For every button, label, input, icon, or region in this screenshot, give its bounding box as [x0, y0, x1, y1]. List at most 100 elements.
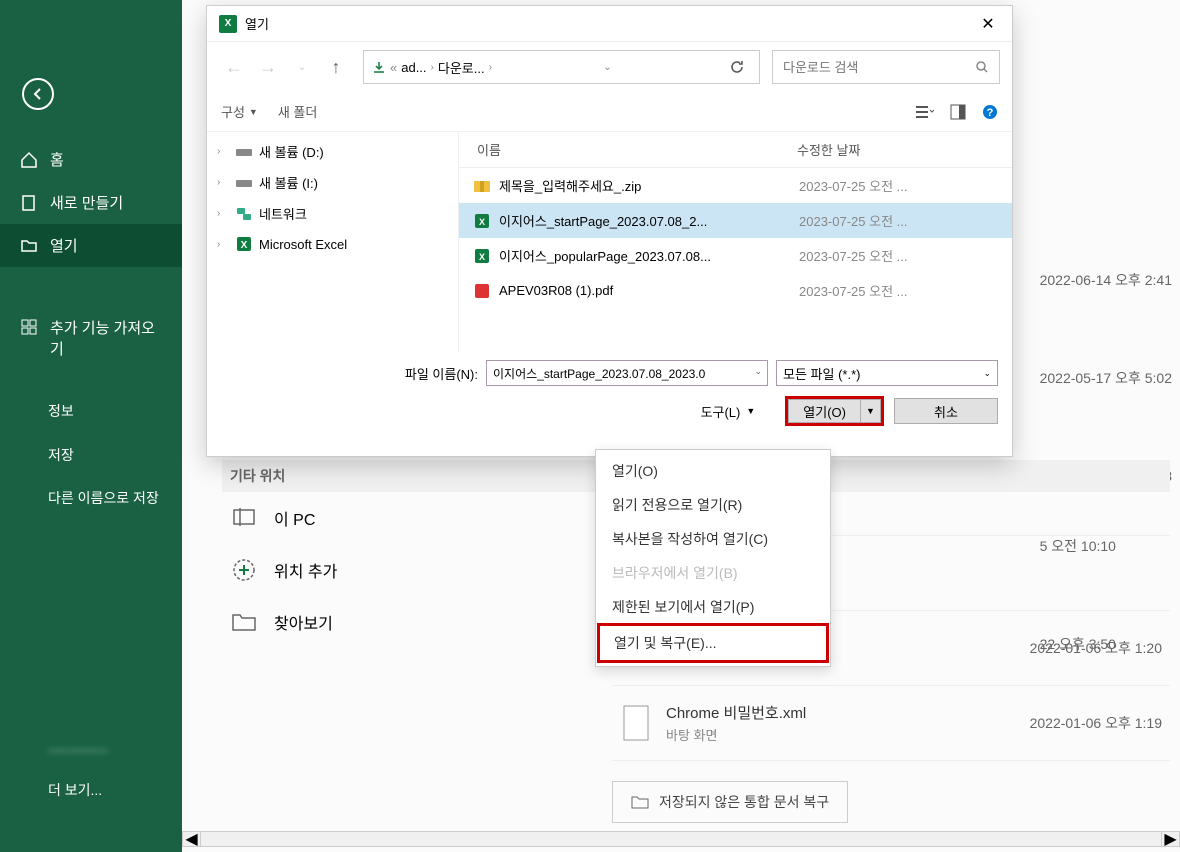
chevron-down-icon: ▼ — [249, 107, 258, 117]
open-dropdown-button[interactable]: ▼ — [861, 399, 881, 423]
pinned-item[interactable]: Chrome 비밀번호.xml 바탕 화면 2022-01-06 오후 1:19 — [612, 686, 1170, 761]
scroll-right-button[interactable]: ▶ — [1161, 832, 1179, 846]
address-bar[interactable]: « ad... › 다운로... › ⌄ — [363, 50, 760, 84]
nav-back-button[interactable]: ← — [219, 52, 249, 82]
dialog-footer: 파일 이름(N): ⌄ 모든 파일 (*.*) ⌄ 도구(L) ▼ 열기(O) … — [207, 352, 1012, 434]
new-file-icon — [20, 194, 38, 212]
tree-expand-icon[interactable]: › — [217, 177, 229, 188]
dropdown-item-protected-view[interactable]: 제한된 보기에서 열기(P) — [598, 590, 828, 624]
sidebar-item-more[interactable]: 더 보기... — [0, 768, 182, 812]
pinned-date: 2022-01-06 오후 1:19 — [1030, 713, 1162, 733]
zip-file-icon — [473, 178, 491, 194]
open-split-button: 열기(O) ▼ — [785, 396, 884, 426]
sidebar-item-new[interactable]: 새로 만들기 — [0, 181, 182, 224]
file-list-header: 이름 수정한 날짜 — [459, 132, 1012, 168]
horizontal-scrollbar[interactable]: ◀ ▶ — [182, 831, 1180, 847]
folder-icon — [631, 794, 649, 810]
search-box[interactable] — [772, 50, 1000, 84]
place-label: 위치 추가 — [274, 558, 337, 582]
sidebar-item-home[interactable]: 홈 — [0, 138, 182, 181]
sidebar-item-open[interactable]: 열기 — [0, 224, 182, 267]
scroll-left-button[interactable]: ◀ — [183, 832, 201, 846]
nav-up-button[interactable]: ↑ — [321, 52, 351, 82]
filter-label: 모든 파일 (*.*) — [783, 364, 860, 383]
tree-expand-icon[interactable]: › — [217, 146, 229, 157]
refresh-button[interactable] — [723, 53, 751, 81]
recover-label: 저장되지 않은 통합 문서 복구 — [659, 792, 829, 812]
network-icon — [235, 206, 253, 222]
sidebar-item-addins[interactable]: 추가 기능 가져오기 — [0, 307, 182, 371]
place-label: 찾아보기 — [274, 610, 333, 634]
file-filter-dropdown[interactable]: 모든 파일 (*.*) ⌄ — [776, 360, 998, 386]
tree-expand-icon[interactable]: › — [217, 208, 229, 219]
cancel-button[interactable]: 취소 — [894, 398, 998, 424]
nav-forward-button[interactable]: → — [253, 52, 283, 82]
sidebar-item-saveas[interactable]: 다른 이름으로 저장 — [0, 477, 182, 521]
pinned-date: 2022-01-06 오후 1:20 — [1030, 638, 1162, 658]
file-list: 이름 수정한 날짜 제목을_입력해주세요_.zip 2023-07-25 오전 … — [459, 132, 1012, 352]
drive-icon — [235, 176, 253, 190]
dialog-close-button[interactable]: ✕ — [976, 12, 1000, 36]
organize-button[interactable]: 구성 ▼ — [221, 102, 258, 121]
file-open-dialog: X 열기 ✕ ← → ⌄ ↑ « ad... › 다운로... › ⌄ 구성 ▼… — [206, 5, 1013, 457]
pc-icon — [230, 504, 258, 532]
sidebar-item-save[interactable]: 저장 — [0, 433, 182, 477]
chevron-down-icon[interactable]: ⌄ — [754, 366, 762, 377]
sidebar-item-label: 추가 기능 가져오기 — [50, 318, 162, 360]
svg-text:?: ? — [987, 107, 994, 119]
tools-label: 도구(L) — [701, 402, 741, 421]
dropdown-item-browser: 브라우저에서 열기(B) — [598, 556, 828, 590]
help-button[interactable]: ? — [982, 104, 998, 120]
organize-label: 구성 — [221, 102, 245, 121]
chevron-down-icon: ⌄ — [983, 368, 991, 379]
new-folder-button[interactable]: 새 폴더 — [278, 102, 318, 121]
svg-text:X: X — [479, 252, 485, 262]
dropdown-item-copy[interactable]: 복사본을 작성하여 열기(C) — [598, 522, 828, 556]
search-input[interactable] — [783, 60, 963, 75]
tree-item[interactable]: › 새 볼륨 (D:) — [207, 136, 458, 167]
place-label: 이 PC — [274, 506, 315, 530]
xls-file-icon: X — [473, 212, 491, 230]
dropdown-item-readonly[interactable]: 읽기 전용으로 열기(R) — [598, 488, 828, 522]
tools-dropdown[interactable]: 도구(L) ▼ — [701, 402, 756, 421]
file-row[interactable]: 제목을_입력해주세요_.zip 2023-07-25 오전 ... — [459, 168, 1012, 203]
svg-text:X: X — [479, 217, 485, 227]
pinned-location: 바탕 화면 — [666, 725, 1016, 744]
chevron-right-icon: › — [489, 62, 492, 73]
dropdown-item-open-repair[interactable]: 열기 및 복구(E)... — [597, 623, 829, 663]
tree-item[interactable]: › X Microsoft Excel — [207, 229, 458, 259]
recover-unsaved-button[interactable]: 저장되지 않은 통합 문서 복구 — [612, 781, 848, 823]
tree-expand-icon[interactable]: › — [217, 239, 229, 250]
tree-item[interactable]: › 네트워크 — [207, 198, 458, 229]
search-icon[interactable] — [975, 60, 989, 74]
preview-pane-button[interactable] — [950, 104, 966, 120]
filename-input[interactable] — [486, 360, 768, 386]
browse-folder-icon — [230, 608, 258, 636]
add-location-icon — [230, 556, 258, 584]
nav-recent-button[interactable]: ⌄ — [287, 52, 317, 82]
open-button[interactable]: 열기(O) — [788, 399, 861, 423]
file-date: 2023-07-25 오전 ... — [799, 281, 998, 300]
tree-label: 새 볼륨 (D:) — [259, 142, 324, 161]
tree-item[interactable]: › 새 볼륨 (I:) — [207, 167, 458, 198]
file-date: 2023-07-25 오전 ... — [799, 211, 998, 230]
back-button[interactable] — [22, 78, 54, 110]
file-row[interactable]: X 이지어스_startPage_2023.07.08_2... 2023-07… — [459, 203, 1012, 238]
chevron-down-icon[interactable]: ⌄ — [603, 62, 611, 73]
date-text: 2022-05-17 오후 5:02 — [1040, 368, 1172, 388]
sidebar-blurred-item: ────── — [0, 732, 182, 768]
column-date[interactable]: 수정한 날짜 — [797, 140, 994, 159]
tree-label: 네트워크 — [259, 204, 307, 223]
file-row[interactable]: APEV03R08 (1).pdf 2023-07-25 오전 ... — [459, 273, 1012, 308]
tree-label: Microsoft Excel — [259, 237, 347, 252]
sidebar-item-info[interactable]: 정보 — [0, 389, 182, 433]
xls-file-icon: X — [473, 247, 491, 265]
dialog-navigation: ← → ⌄ ↑ « ad... › 다운로... › ⌄ — [207, 42, 1012, 92]
sidebar-item-label: 새로 만들기 — [50, 192, 123, 213]
sidebar-item-label: 홈 — [50, 149, 64, 170]
view-mode-button[interactable] — [914, 104, 934, 120]
generic-file-icon — [620, 704, 652, 742]
file-row[interactable]: X 이지어스_popularPage_2023.07.08... 2023-07… — [459, 238, 1012, 273]
column-name[interactable]: 이름 — [477, 140, 797, 159]
dropdown-item-open[interactable]: 열기(O) — [598, 454, 828, 488]
